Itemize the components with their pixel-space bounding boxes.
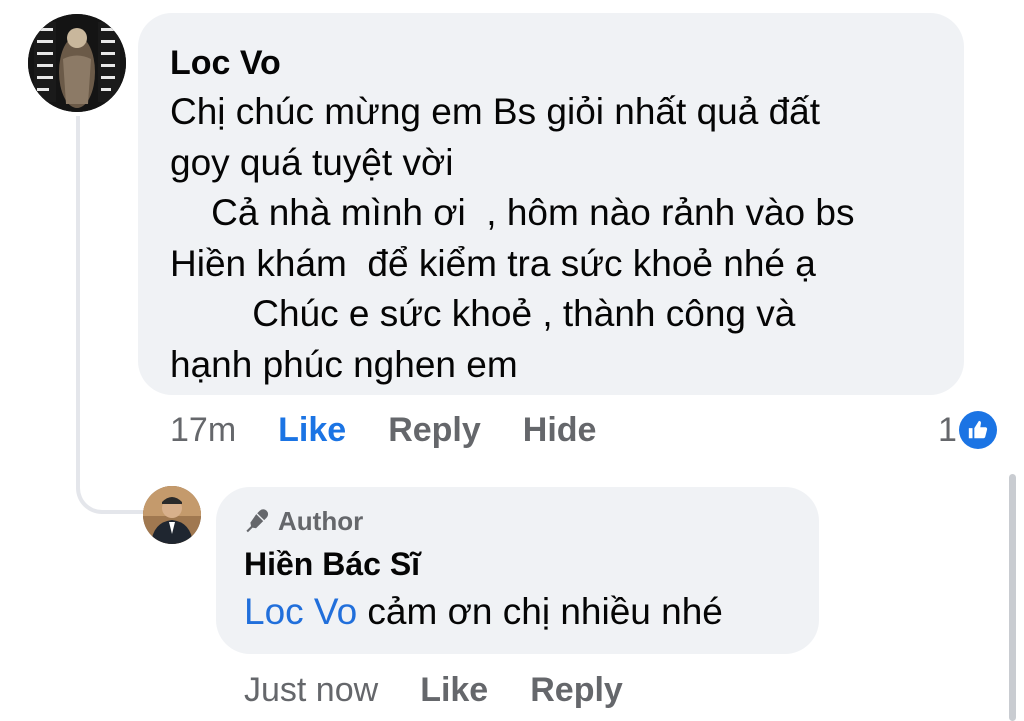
reply-text-body: cảm ơn chị nhiều nhé [357, 591, 723, 632]
avatar[interactable] [143, 486, 201, 544]
reply-author-name[interactable]: Hiền Bác Sĩ [244, 543, 791, 585]
reply-bubble: Author Hiền Bác Sĩ Loc Vo cảm ơn chị nhi… [216, 487, 819, 654]
like-button[interactable]: Like [278, 411, 346, 450]
comment-author-name[interactable]: Loc Vo [170, 41, 934, 85]
thumbs-up-icon [958, 411, 997, 449]
reaction-count: 1 [938, 410, 957, 449]
avatar[interactable] [28, 14, 126, 112]
author-badge-label: Author [278, 506, 364, 536]
mention-link[interactable]: Loc Vo [244, 591, 357, 632]
comment-bubble: Loc Vo Chị chúc mừng em Bs giỏi nhất quả… [138, 13, 964, 395]
reaction-summary[interactable]: 1 [938, 406, 997, 454]
microphone-icon [246, 509, 269, 533]
comment-timestamp[interactable]: 17m [170, 411, 236, 450]
reply-button[interactable]: Reply [388, 411, 481, 450]
hide-button[interactable]: Hide [523, 411, 597, 450]
like-button[interactable]: Like [420, 671, 488, 710]
reply-timestamp[interactable]: Just now [244, 671, 378, 710]
comment-actions: 17m Like Reply Hide [170, 406, 638, 454]
author-badge: Author [244, 505, 791, 537]
reply-button[interactable]: Reply [530, 671, 623, 710]
profile-picture-icon [143, 486, 201, 544]
reply-actions: Just now Like Reply [244, 666, 665, 714]
comment-text: Chị chúc mừng em Bs giỏi nhất quả đất go… [170, 91, 855, 385]
scrollbar[interactable] [1009, 474, 1016, 721]
profile-picture-icon [28, 14, 126, 112]
reply-text: Loc Vo cảm ơn chị nhiều nhé [244, 587, 791, 637]
